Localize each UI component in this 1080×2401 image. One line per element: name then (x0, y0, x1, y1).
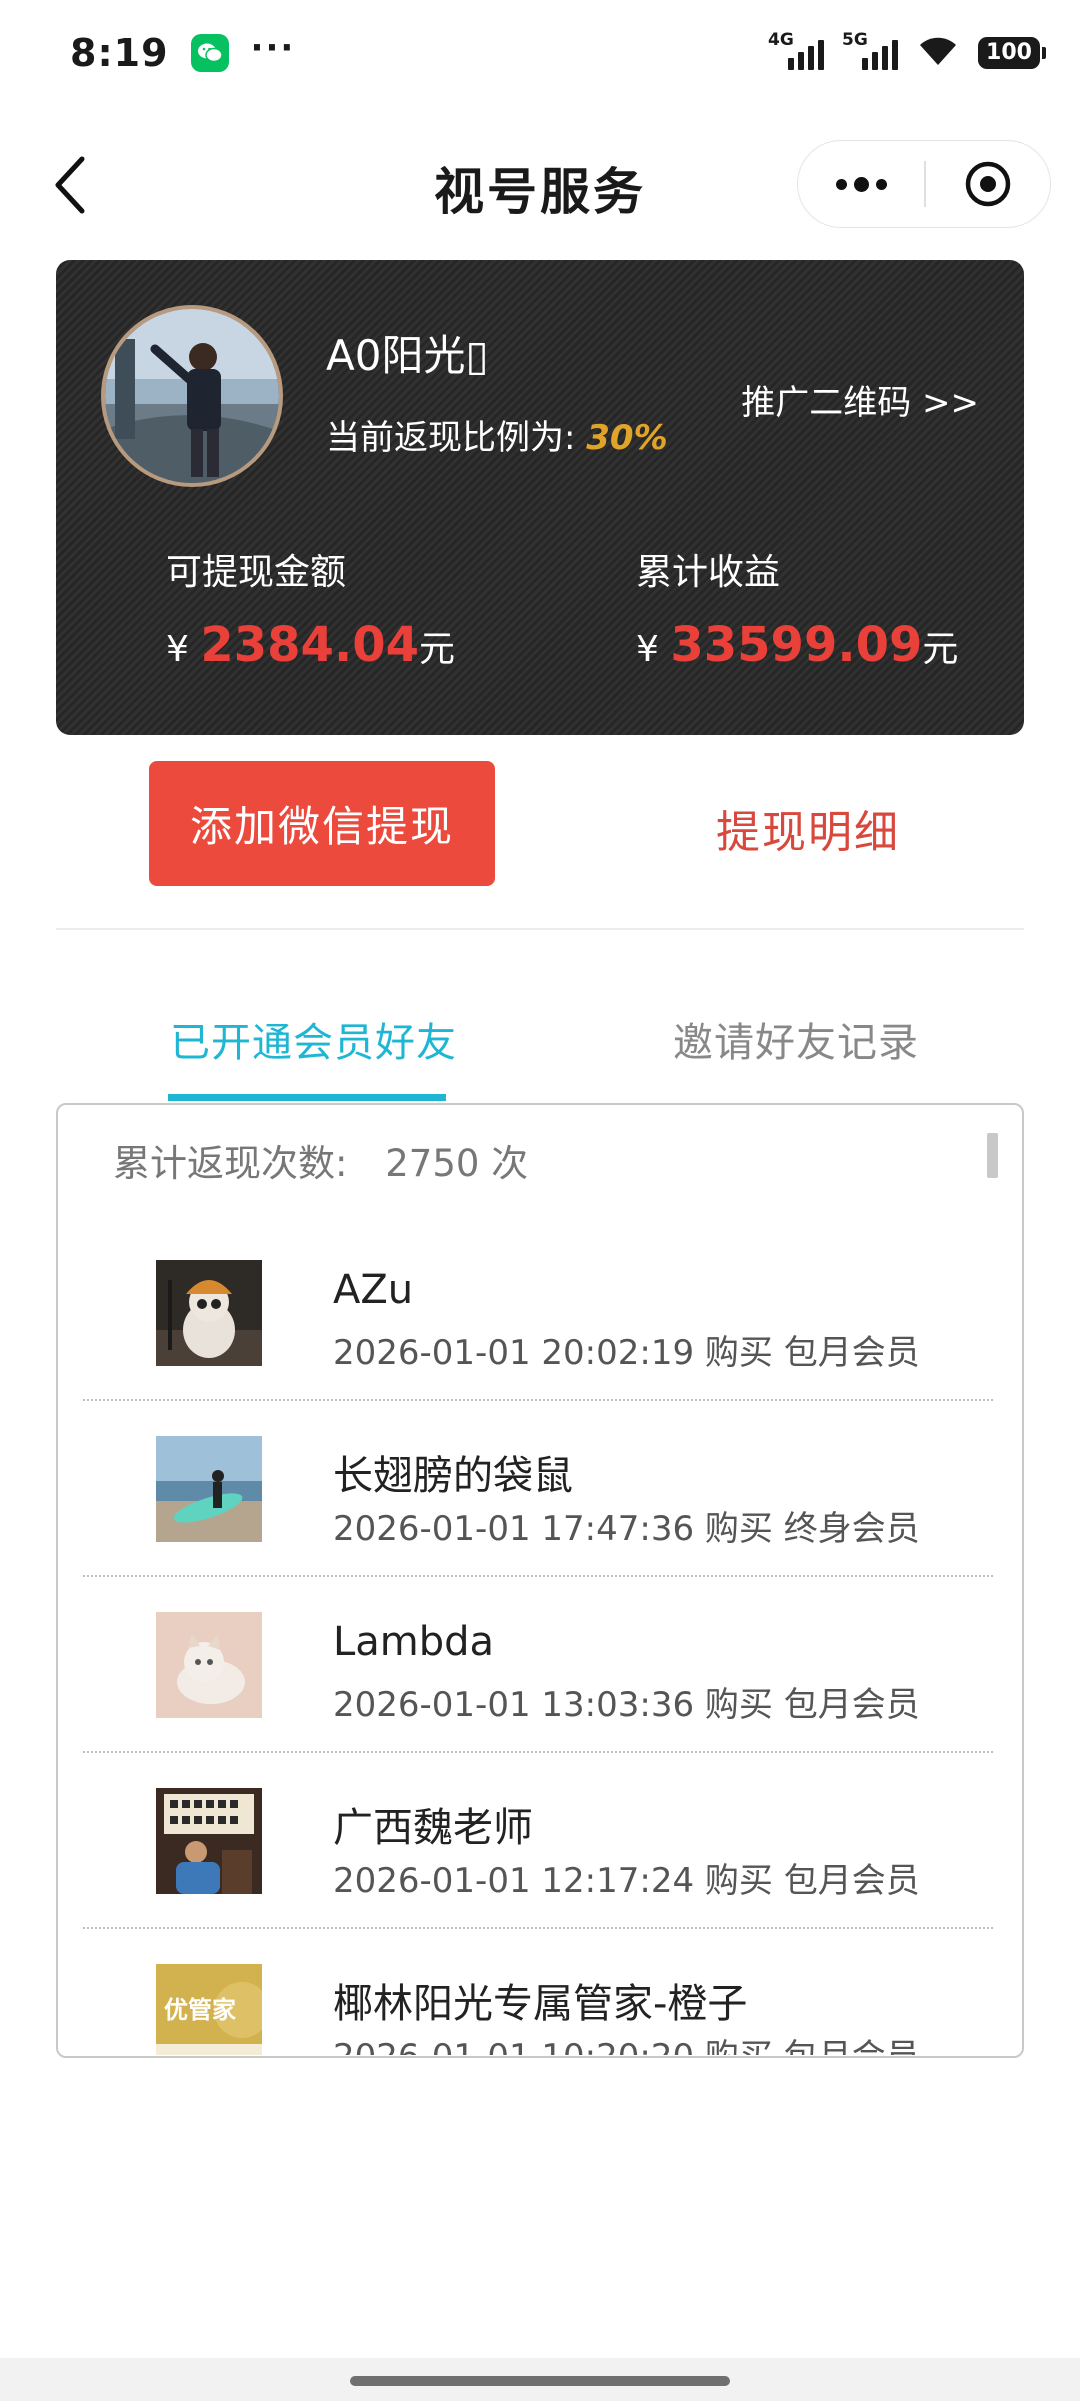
friend-avatar-thumb (156, 1612, 262, 1718)
list-item[interactable]: Lambda 2026-01-01 13:03:36 购买 包月会员 (83, 1577, 993, 1753)
member-list-panel[interactable]: 累计返现次数: 2750 次 AZu 2026-01-01 20:02:19 购… (56, 1103, 1024, 2058)
cashback-rate-label: 当前返现比例为: (326, 418, 587, 458)
cashback-count: 累计返现次数: 2750 次 (113, 1142, 529, 1185)
mini-program-capsule (797, 140, 1051, 228)
friend-name: AZu (333, 1267, 414, 1313)
status-bar: 8:19 ··· 4G 5G 100 (0, 0, 1080, 105)
signal-4g-icon: 4G (768, 30, 824, 70)
wifi-icon (916, 35, 960, 71)
withdraw-detail-link[interactable]: 提现明细 (716, 796, 900, 860)
thumb-logo-text: 优管家 (164, 1996, 236, 2024)
purchase-info: 2026-01-01 17:47:36 购买 终身会员 (333, 1509, 920, 1549)
member-list: AZu 2026-01-01 20:02:19 购买 包月会员 长翅膀的袋鼠 2… (58, 1225, 1022, 2055)
scrollbar[interactable] (987, 1133, 998, 1178)
list-item[interactable]: 广西魏老师 2026-01-01 12:17:24 购买 包月会员 (83, 1753, 993, 1929)
friend-name: 椰林阳光专属管家-橙子 (333, 1981, 748, 2027)
tab-invite-records[interactable]: 邀请好友记录 (673, 1010, 919, 1068)
friend-avatar-thumb (156, 1260, 262, 1366)
cashback-rate: 当前返现比例为: 30% (326, 410, 668, 459)
tab-activated-members[interactable]: 已开通会员好友 (170, 1010, 457, 1068)
cashback-rate-value: 30% (586, 418, 668, 458)
home-indicator[interactable] (350, 2376, 730, 2386)
signal-5g-icon: 5G (842, 30, 898, 70)
add-wechat-withdraw-button[interactable]: 添加微信提现 (149, 761, 495, 886)
friend-name: Lambda (333, 1619, 495, 1665)
more-notifications-icon: ··· (250, 27, 296, 68)
account-card: A0阳光▯ 当前返现比例为: 30% 推广二维码 >> 可提现金额 ¥ 2384… (56, 260, 1024, 735)
battery-icon: 100 (978, 36, 1046, 69)
withdrawable-amount: ¥ 2384.04元 (166, 617, 455, 673)
nav-bar: 视号服务 (0, 130, 1080, 240)
list-item[interactable]: AZu 2026-01-01 20:02:19 购买 包月会员 (83, 1225, 993, 1401)
purchase-info: 2026-01-01 13:03:36 购买 包月会员 (333, 1685, 920, 1725)
purchase-info: 2026-01-01 20:02:19 购买 包月会员 (333, 1333, 920, 1373)
friend-avatar-thumb (156, 1788, 262, 1894)
friend-name: 长翅膀的袋鼠 (333, 1453, 573, 1499)
friend-avatar-thumb (156, 1436, 262, 1542)
username: A0阳光▯ (326, 331, 489, 380)
purchase-info: 2026-01-01 10:20:20 购买 包月会员 (333, 2029, 920, 2055)
friend-avatar-thumb: 优管家 (156, 1964, 262, 2055)
wechat-icon (190, 33, 229, 72)
target-icon (965, 161, 1010, 207)
promo-qr-link[interactable]: 推广二维码 >> (741, 375, 979, 424)
list-item[interactable]: 优管家 椰林阳光专属管家-橙子 2026-01-01 10:20:20 购买 包… (83, 1929, 993, 2055)
close-mini-program-button[interactable] (926, 141, 1051, 227)
total-earnings-label: 累计收益 (636, 552, 781, 593)
status-time: 8:19 (70, 30, 169, 75)
list-item[interactable]: 长翅膀的袋鼠 2026-01-01 17:47:36 购买 终身会员 (83, 1401, 993, 1577)
withdrawable-label: 可提现金额 (166, 552, 347, 593)
avatar (101, 305, 283, 487)
friend-name: 广西魏老师 (333, 1805, 533, 1851)
divider (56, 928, 1024, 930)
purchase-info: 2026-01-01 12:17:24 购买 包月会员 (333, 1861, 920, 1901)
total-earnings-amount: ¥ 33599.09元 (636, 617, 959, 673)
more-menu-button[interactable] (798, 141, 924, 227)
active-tab-indicator (168, 1094, 446, 1101)
